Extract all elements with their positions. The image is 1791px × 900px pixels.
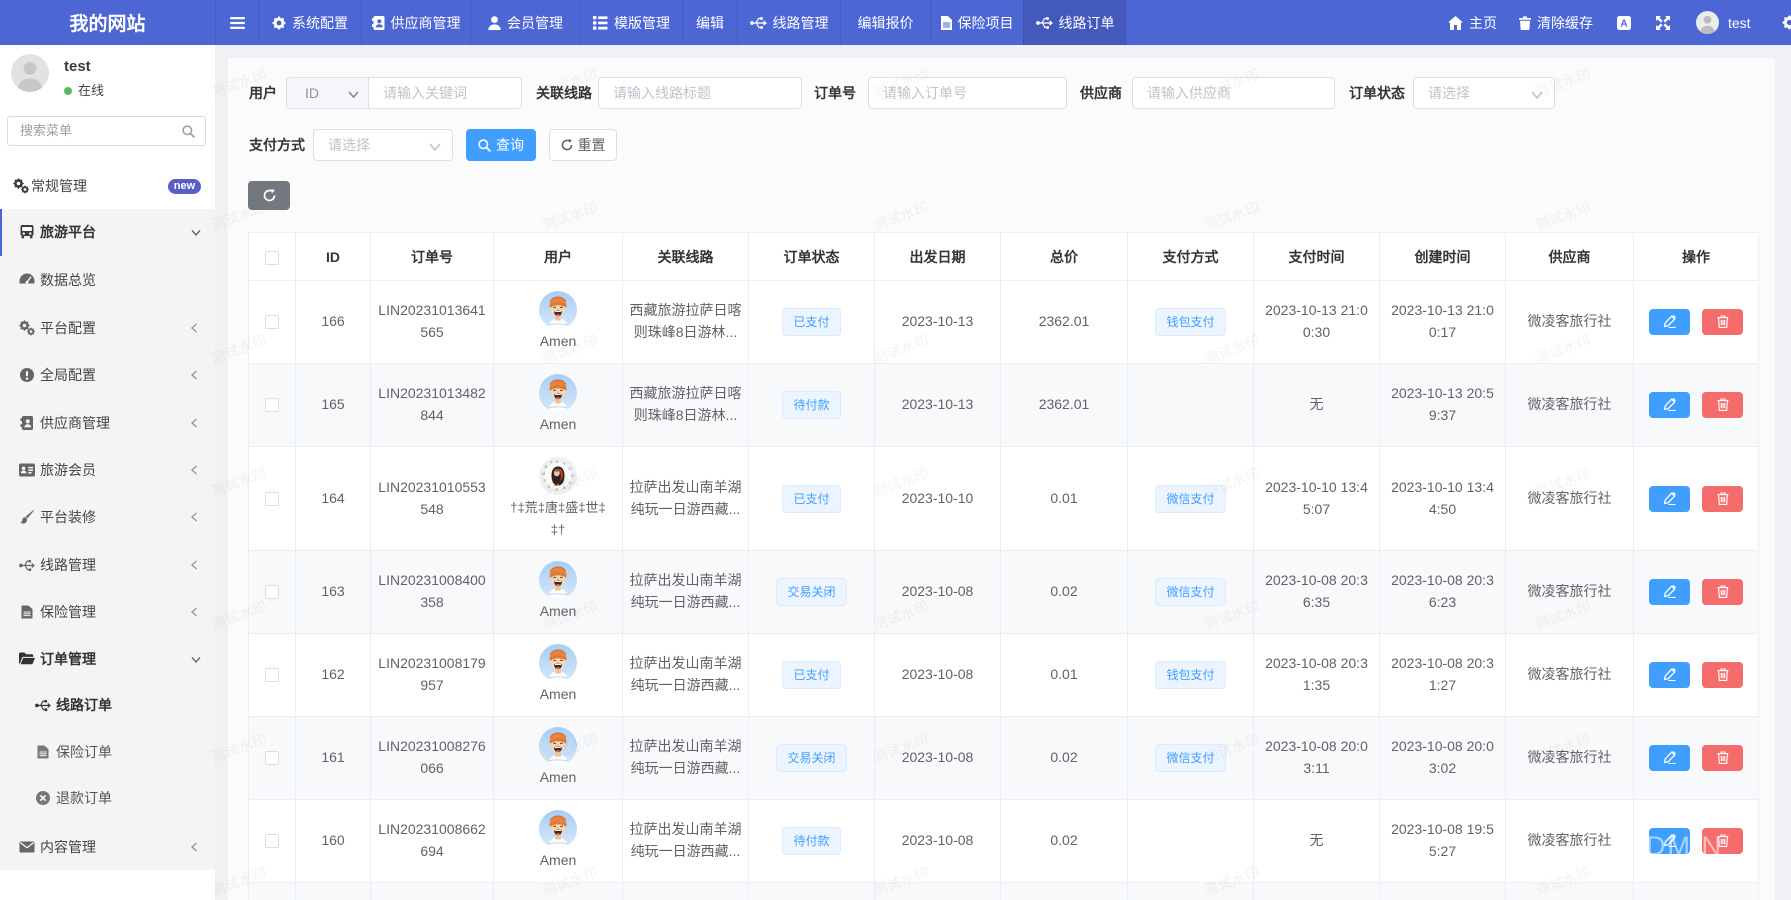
svg-text:R: R [556, 487, 559, 492]
svg-text:Q: Q [569, 480, 572, 485]
svg-text:D: D [571, 473, 574, 478]
svg-text:O: O [569, 466, 572, 471]
svg-text:K: K [556, 459, 559, 464]
svg-text:M: M [542, 471, 545, 476]
svg-text:A: A [1620, 18, 1627, 29]
svg-text:N: N [545, 464, 548, 469]
svg-text:B: B [563, 485, 566, 490]
svg-text:Y: Y [563, 461, 566, 466]
svg-text:X: X [548, 484, 551, 489]
